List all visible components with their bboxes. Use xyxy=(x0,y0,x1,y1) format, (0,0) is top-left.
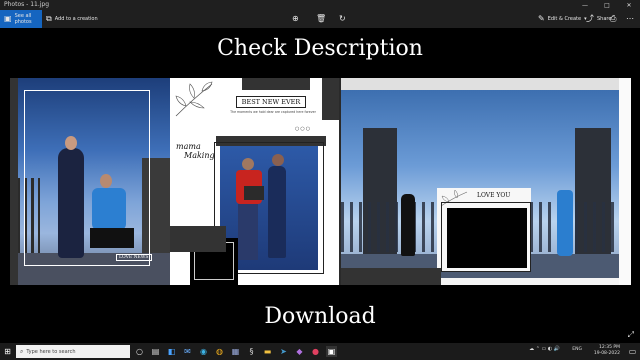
mama-line2: Making xyxy=(184,151,215,160)
left-badge: LOVE NEWS xyxy=(116,254,152,261)
widgets-icon[interactable]: ▤ xyxy=(150,346,161,357)
rotate-button[interactable]: ↻ xyxy=(339,10,346,28)
maximize-button[interactable]: □ xyxy=(596,0,618,10)
printer-icon: ⎙ xyxy=(610,14,617,23)
mid-title: BEST NEW EVER xyxy=(236,96,306,108)
right-edge-band xyxy=(619,78,631,285)
app-toolbar: ▣ See all photos ⧉ Add to a creation ⊕ 🗑… xyxy=(0,10,640,28)
see-all-photos-label: See all photos xyxy=(14,13,32,25)
app-s-icon[interactable]: § xyxy=(246,346,257,357)
bottom-dark-band xyxy=(170,226,226,252)
edit-create-button[interactable]: ✎ Edit & Create ▾ xyxy=(538,10,587,28)
telegram-icon[interactable]: ➤ xyxy=(278,346,289,357)
delete-button[interactable]: 🗑 xyxy=(316,10,326,28)
store-icon[interactable]: ▦ xyxy=(230,346,241,357)
edge-icon[interactable]: ◉ xyxy=(198,346,209,357)
photos-taskbar-icon[interactable]: ▣ xyxy=(326,346,337,357)
clock-date[interactable]: 19-08-2022 xyxy=(584,351,620,357)
task-view-icon[interactable]: ○ xyxy=(134,346,145,357)
tray-icons[interactable]: ☁ ⌃ ▭ ◐ 🔊 xyxy=(529,346,560,352)
share-icon: ⤴ xyxy=(586,14,594,23)
folder-icon[interactable]: ▬ xyxy=(262,346,273,357)
title-bar: Photos - 11.jpg — □ ✕ xyxy=(0,0,640,10)
taskbar: ⊞ ⌕ Type here to search ○ ▤ ◧ ✉ ◉ ◍ ▦ § … xyxy=(0,343,640,360)
window-controls: — □ ✕ xyxy=(574,0,640,10)
right-page-photo: LOVE YOU xyxy=(341,78,631,285)
rotate-icon: ↻ xyxy=(339,14,346,23)
man-blue-shirt xyxy=(557,190,573,256)
window-title: Photos - 11.jpg xyxy=(4,1,50,8)
language-indicator[interactable]: ENG xyxy=(572,347,582,353)
edit-icon: ✎ xyxy=(538,14,545,23)
close-button[interactable]: ✕ xyxy=(618,0,640,10)
love-you-card: LOVE YOU xyxy=(437,188,531,272)
zoom-icon: ⊕ xyxy=(292,14,299,23)
mid-caption: The moments we hold dear are captured he… xyxy=(230,110,316,114)
share-button[interactable]: ⤴ Share xyxy=(586,10,611,28)
photo-frame xyxy=(24,90,150,266)
mama-text: mama Making xyxy=(176,142,215,160)
left-page-photo: LOVE NEWS xyxy=(10,78,172,285)
card-frame xyxy=(441,202,531,272)
heading-text: Check Description xyxy=(217,36,423,61)
zoom-button[interactable]: ⊕ xyxy=(292,10,299,28)
more-options-button[interactable]: ⋯ xyxy=(626,10,634,28)
notifications-icon[interactable]: ▭ xyxy=(627,346,638,357)
minimize-button[interactable]: — xyxy=(574,0,596,10)
dots-ornament: ○○○ xyxy=(295,126,312,132)
search-placeholder: Type here to search xyxy=(26,348,76,355)
leaf-ornament-icon xyxy=(175,81,213,117)
print-button[interactable]: ⎙ xyxy=(610,10,616,28)
footer-text: Download xyxy=(264,304,376,329)
app-ps-icon[interactable]: ◧ xyxy=(166,346,177,357)
chrome-icon[interactable]: ◍ xyxy=(214,346,225,357)
add-to-creation-label: Add to a creation xyxy=(54,16,98,22)
add-to-creation-button[interactable]: ⧉ Add to a creation xyxy=(46,10,98,28)
trash-icon: 🗑 xyxy=(316,14,327,23)
album-spread: LOVE NEWS BEST NEW EVER The moments we h… xyxy=(10,78,631,285)
search-icon: ⌕ xyxy=(20,347,24,355)
image-viewer: Check Description LOVE NEWS BEST NEW EVE… xyxy=(0,28,640,343)
left-edge-band xyxy=(10,78,18,285)
more-icon: ⋯ xyxy=(626,14,634,23)
fullscreen-icon[interactable]: ⤢ xyxy=(628,330,634,340)
middle-page: BEST NEW EVER The moments we hold dear a… xyxy=(170,78,339,285)
love-you-label: LOVE YOU xyxy=(477,192,511,199)
top-dark-band xyxy=(242,78,310,90)
bottom-left-dark-band xyxy=(341,268,441,285)
taskbar-search[interactable]: ⌕ Type here to search xyxy=(16,345,130,358)
right-dark-band xyxy=(322,78,339,120)
top-white-band xyxy=(341,78,619,90)
mama-line1: mama xyxy=(176,142,201,151)
edit-create-label: Edit & Create xyxy=(547,16,582,22)
app-purple-icon[interactable]: ◆ xyxy=(294,346,305,357)
photos-icon: ▣ xyxy=(4,14,12,23)
woman-black-dress xyxy=(401,194,415,256)
mail-icon[interactable]: ✉ xyxy=(182,346,193,357)
add-creation-icon: ⧉ xyxy=(46,14,52,23)
see-all-photos-button[interactable]: ▣ See all photos xyxy=(0,10,42,28)
app-red-icon[interactable]: ● xyxy=(310,346,321,357)
windows-start-icon[interactable]: ⊞ xyxy=(2,346,13,357)
